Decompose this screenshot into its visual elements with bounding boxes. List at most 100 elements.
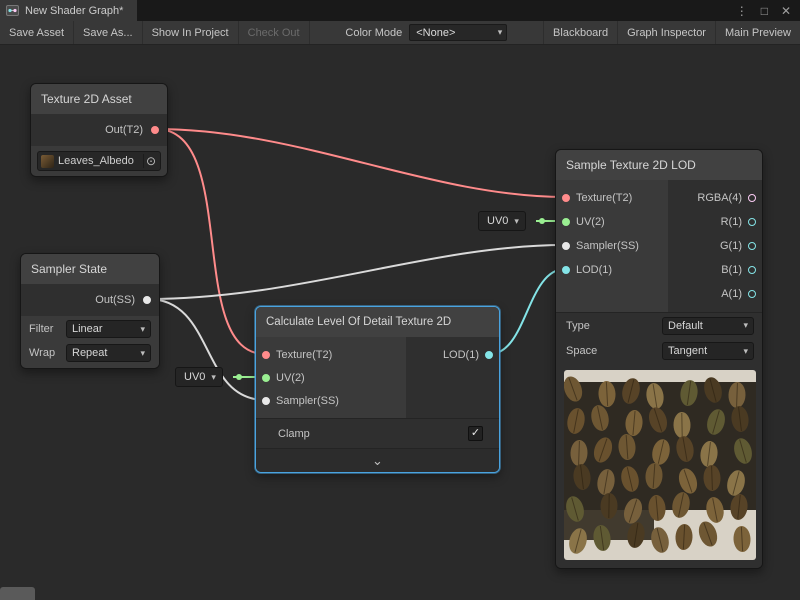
port-in-texture[interactable] <box>562 194 570 202</box>
clamp-row: Clamp ✓ <box>256 418 499 448</box>
port-label: A(1) <box>721 288 742 300</box>
node-title[interactable]: Sample Texture 2D LOD <box>556 150 762 180</box>
clamp-checkbox[interactable]: ✓ <box>468 426 483 441</box>
check-out-button: Check Out <box>239 21 310 44</box>
port-out-rgba[interactable] <box>748 194 756 202</box>
space-value: Tangent <box>668 345 707 357</box>
port-out-r[interactable] <box>748 218 756 226</box>
uv-channel-dropdown-bottom[interactable]: UV0 ▾ <box>175 367 223 387</box>
main-preview-button[interactable]: Main Preview <box>715 21 800 44</box>
object-picker-icon[interactable]: ⊙ <box>143 154 158 168</box>
port-in-uv[interactable] <box>262 374 270 382</box>
chevron-down-icon: ▾ <box>140 348 145 359</box>
show-in-project-button[interactable]: Show In Project <box>143 21 239 44</box>
color-mode-label: Color Mode <box>345 27 402 39</box>
port-in-sampler[interactable] <box>562 242 570 250</box>
port-in-texture[interactable] <box>262 351 270 359</box>
texture-object-name: Leaves_Albedo <box>58 155 139 167</box>
texture-thumbnail-icon <box>41 155 54 168</box>
type-row: Type Default ▾ <box>556 312 762 338</box>
port-out-a[interactable] <box>748 290 756 298</box>
window-tab-title: New Shader Graph* <box>25 5 123 17</box>
save-as-button[interactable]: Save As... <box>74 21 143 44</box>
port-in-sampler[interactable] <box>262 397 270 405</box>
toolbar-right-group: Blackboard Graph Inspector Main Preview <box>543 21 800 44</box>
chevron-down-icon: ▾ <box>743 320 748 331</box>
close-icon[interactable]: ✕ <box>781 4 791 18</box>
node-calculate-lod-texture-2d[interactable]: Calculate Level Of Detail Texture 2D Tex… <box>255 306 500 473</box>
input-row-uv: UV(2) <box>256 366 406 389</box>
port-out-t2[interactable] <box>151 126 159 134</box>
filter-dropdown[interactable]: Linear ▾ <box>66 320 151 338</box>
window-tab[interactable]: New Shader Graph* <box>0 0 137 21</box>
port-label: Sampler(SS) <box>276 395 339 407</box>
wrap-value: Repeat <box>72 347 107 359</box>
chevron-down-icon: ▾ <box>498 27 503 38</box>
wire-texture-to-sample[interactable] <box>156 129 565 197</box>
port-out-ss[interactable] <box>143 296 151 304</box>
uv-channel-value: UV0 <box>487 215 508 227</box>
wrap-label: Wrap <box>29 347 59 359</box>
chevron-down-icon: ⌄ <box>372 453 383 469</box>
type-dropdown[interactable]: Default ▾ <box>662 317 754 335</box>
port-label: Out(T2) <box>105 124 143 136</box>
wire-lod-to-sample[interactable] <box>490 269 565 354</box>
color-mode-group: Color Mode <None> ▾ <box>341 21 511 44</box>
wire-texture-to-calc[interactable] <box>156 129 265 354</box>
maximize-icon[interactable]: □ <box>761 4 768 18</box>
node-title[interactable]: Texture 2D Asset <box>31 84 167 114</box>
port-out-g[interactable] <box>748 242 756 250</box>
port-out-lod[interactable] <box>485 351 493 359</box>
texture-object-field[interactable]: Leaves_Albedo ⊙ <box>37 151 161 171</box>
space-dropdown[interactable]: Tangent ▾ <box>662 342 754 360</box>
node-title[interactable]: Calculate Level Of Detail Texture 2D <box>256 307 499 337</box>
port-label: G(1) <box>720 240 742 252</box>
chevron-down-icon: ▾ <box>743 346 748 357</box>
uv0-top-port[interactable] <box>539 218 545 224</box>
bottom-dock-tab[interactable] <box>0 587 35 600</box>
port-in-lod[interactable] <box>562 266 570 274</box>
uv-channel-dropdown-top[interactable]: UV0 ▾ <box>478 211 526 231</box>
wire-sampler-to-sample[interactable] <box>148 245 565 299</box>
chevron-down-icon: ▾ <box>211 372 216 383</box>
save-asset-button[interactable]: Save Asset <box>0 21 74 44</box>
window-controls: ⋮ □ ✕ <box>736 0 800 21</box>
input-row-texture: Texture(T2) <box>256 343 406 366</box>
chevron-down-icon: ▾ <box>514 216 519 227</box>
type-label: Type <box>566 320 590 332</box>
toolbar: Save Asset Save As... Show In Project Ch… <box>0 21 800 45</box>
space-row: Space Tangent ▾ <box>556 338 762 364</box>
graph-inspector-button[interactable]: Graph Inspector <box>617 21 715 44</box>
color-mode-dropdown[interactable]: <None> ▾ <box>409 24 507 41</box>
input-ports: Texture(T2) UV(2) Sampler(SS) LOD(1) <box>556 180 668 312</box>
uv0-bottom-port[interactable] <box>236 374 242 380</box>
port-label: LOD(1) <box>576 264 612 276</box>
port-label: RGBA(4) <box>697 192 742 204</box>
node-title[interactable]: Sampler State <box>21 254 159 284</box>
port-label: UV(2) <box>576 216 605 228</box>
wrap-dropdown[interactable]: Repeat ▾ <box>66 344 151 362</box>
port-in-uv[interactable] <box>562 218 570 226</box>
port-label: B(1) <box>721 264 742 276</box>
port-label: Out(SS) <box>95 294 135 306</box>
window-menu-icon[interactable]: ⋮ <box>736 4 748 18</box>
color-mode-value: <None> <box>416 27 455 39</box>
titlebar: New Shader Graph* ⋮ □ ✕ <box>0 0 800 21</box>
shader-graph-icon <box>6 4 19 17</box>
port-out-b[interactable] <box>748 266 756 274</box>
node-preview-image <box>564 370 756 560</box>
input-row-sampler: Sampler(SS) <box>256 389 406 412</box>
node-sampler-state[interactable]: Sampler State Out(SS) Filter Linear ▾ Wr… <box>20 253 160 369</box>
blackboard-button[interactable]: Blackboard <box>543 21 617 44</box>
object-row: Leaves_Albedo ⊙ <box>31 146 167 176</box>
node-texture-2d-asset[interactable]: Texture 2D Asset Out(T2) Leaves_Albedo ⊙ <box>30 83 168 177</box>
node-sample-texture-2d-lod[interactable]: Sample Texture 2D LOD Texture(T2) UV(2) … <box>555 149 763 569</box>
port-label: R(1) <box>721 216 742 228</box>
uv-channel-value: UV0 <box>184 371 205 383</box>
output-ports: LOD(1) <box>406 337 499 418</box>
node-expander[interactable]: ⌄ <box>256 448 499 472</box>
wrap-row: Wrap Repeat ▾ <box>21 342 159 368</box>
port-label: Sampler(SS) <box>576 240 639 252</box>
output-row-b: B(1) <box>668 258 762 282</box>
graph-canvas[interactable]: Texture 2D Asset Out(T2) Leaves_Albedo ⊙… <box>0 45 800 600</box>
